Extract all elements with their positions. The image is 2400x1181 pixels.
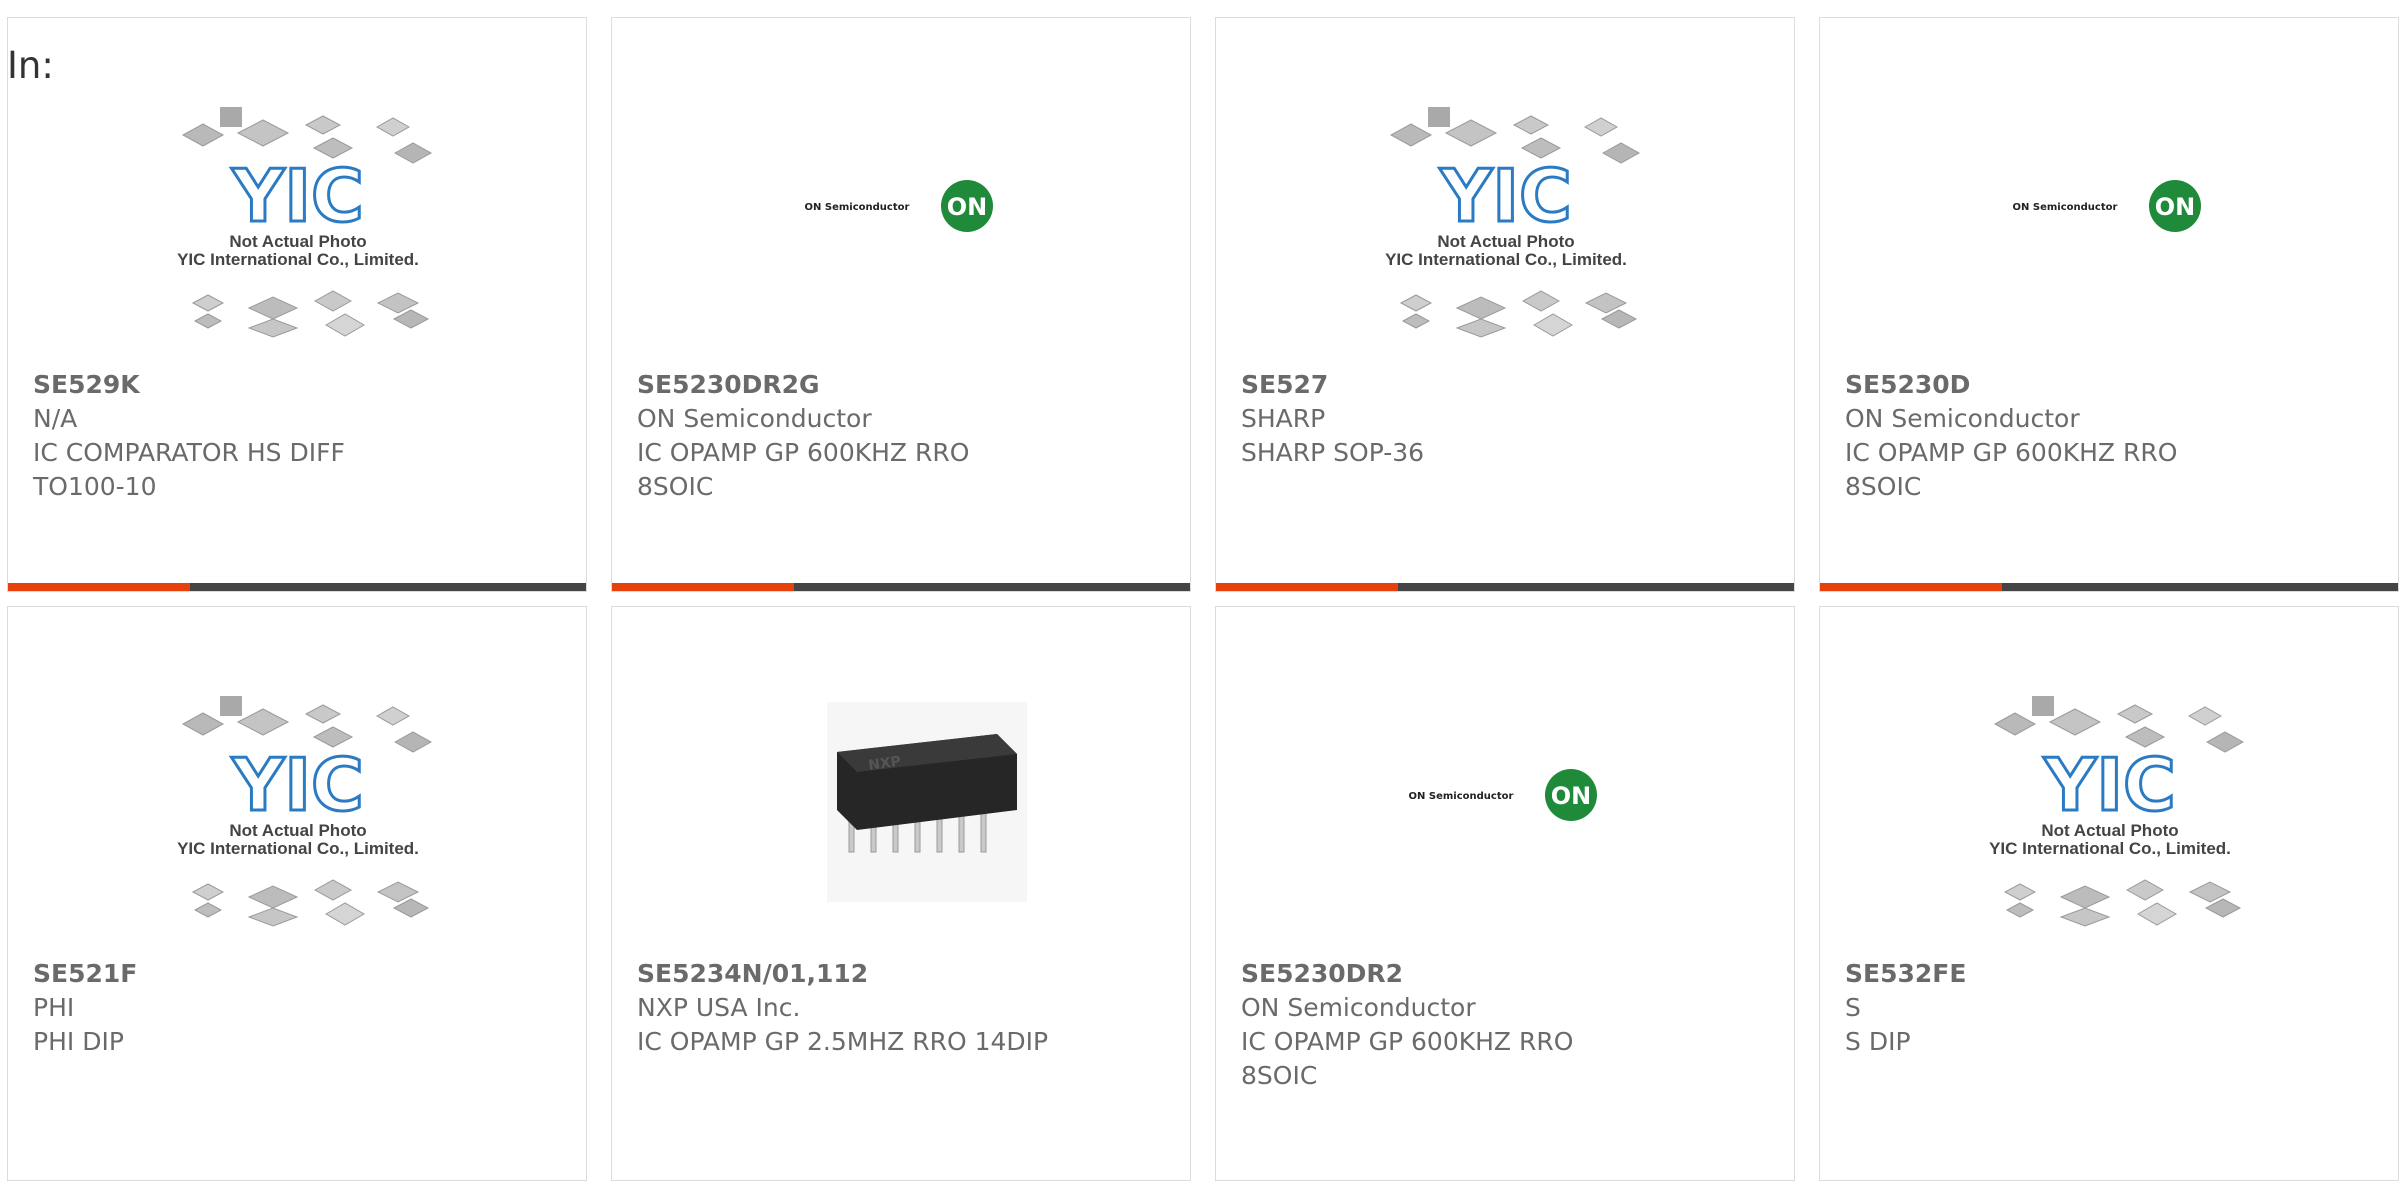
yic-logo: YIC (1439, 154, 1572, 238)
dip-14-chip-photo: NXP (827, 702, 1027, 902)
chip-icon (1428, 107, 1450, 127)
part-number[interactable]: SE5230DR2 (1241, 957, 1781, 991)
product-image[interactable]: ON Semiconductor ON (1845, 103, 2375, 368)
on-badge-text: ON (1551, 782, 1592, 810)
manufacturer: NXP USA Inc. (637, 993, 801, 1022)
product-card[interactable]: ON Semiconductor ON SE5230DR2G ON Semicon… (611, 17, 1191, 592)
logo-wordmark: ON Semiconductor (2013, 202, 2118, 213)
product-card[interactable]: YIC Not Actual Photo YIC International Co.… (1819, 606, 2399, 1181)
manufacturer: ON Semiconductor (637, 404, 872, 433)
part-number[interactable]: SE5234N/01,112 (637, 957, 1177, 991)
placeholder-caption: Not Actual Photo (1437, 232, 1574, 251)
product-card[interactable]: YIC Not Actual Photo YIC International Co.… (7, 606, 587, 1181)
chip-pin (980, 811, 987, 853)
description-line: IC OPAMP GP 600KHZ RRO (1241, 1027, 1574, 1056)
yic-placeholder-graphic: YICNot Actual PhotoYIC International Co.… (1385, 107, 1641, 338)
description-line: IC OPAMP GP 2.5MHZ RRO 14DIP (637, 1027, 1049, 1056)
product-info: SE529K N/A IC COMPARATOR HS DIFF TO100-1… (33, 368, 573, 504)
yic-placeholder-graphic: YICNot Actual PhotoYIC International Co.… (1989, 696, 2245, 927)
yic-logo: YIC (2043, 743, 2176, 827)
description-line: TO100-10 (33, 472, 157, 501)
manufacturer: ON Semiconductor (1241, 993, 1476, 1022)
description-line: IC OPAMP GP 600KHZ RRO (637, 438, 970, 467)
manufacturer: ON Semiconductor (1845, 404, 2080, 433)
manufacturer: PHI (33, 993, 75, 1022)
product-info: SE5230DR2G ON Semiconductor IC OPAMP GP … (637, 368, 1177, 504)
card-accent-bar (612, 583, 794, 591)
product-image[interactable]: YIC Not Actual Photo YIC International Co.… (1845, 692, 2375, 957)
product-card[interactable]: YIC Not Actual Photo YIC International Co.… (7, 17, 587, 592)
on-semiconductor-logo: ON Semiconductor ON (2013, 180, 2201, 232)
card-accent-bar (1820, 583, 2002, 591)
description-line: 8SOIC (1241, 1061, 1318, 1090)
part-number[interactable]: SE527 (1241, 368, 1781, 402)
description-line: S DIP (1845, 1027, 1911, 1056)
manufacturer: SHARP (1241, 404, 1326, 433)
on-badge-text: ON (2155, 193, 2196, 221)
chip-pin (958, 811, 965, 853)
yic-logo: YIC (231, 154, 364, 238)
manufacturer: S (1845, 993, 1861, 1022)
product-image[interactable]: ON Semiconductor ON (637, 103, 1167, 368)
product-image[interactable]: YIC Not Actual Photo YIC International Co.… (33, 103, 563, 368)
product-card[interactable]: NXP SE5234N/01,112 NXP USA Inc. IC OPAMP… (611, 606, 1191, 1181)
card-bottom-bar (1820, 583, 2398, 591)
placeholder-caption: Not Actual Photo (229, 232, 366, 251)
placeholder-caption: YIC International Co., Limited. (177, 250, 419, 269)
part-number[interactable]: SE5230D (1845, 368, 2385, 402)
product-image[interactable]: ON Semiconductor ON (1241, 692, 1771, 957)
product-image[interactable]: YIC Not Actual Photo YIC International Co.… (1241, 103, 1771, 368)
chip-icon (220, 696, 242, 716)
card-bottom-bar (8, 583, 586, 591)
part-number[interactable]: SE532FE (1845, 957, 2385, 991)
product-card[interactable]: ON Semiconductor ON SE5230DR2 ON Semicond… (1215, 606, 1795, 1181)
placeholder-caption: YIC International Co., Limited. (1989, 839, 2231, 858)
on-badge-text: ON (947, 193, 988, 221)
product-info: SE5230D ON Semiconductor IC OPAMP GP 600… (1845, 368, 2385, 504)
description-line: SHARP SOP-36 (1241, 438, 1425, 467)
yic-logo: YIC (231, 743, 364, 827)
product-info: SE527 SHARP SHARP SOP-36 (1241, 368, 1781, 470)
description-line: IC COMPARATOR HS DIFF (33, 438, 345, 467)
description-line: 8SOIC (637, 472, 714, 501)
product-card[interactable]: ON Semiconductor ON SE5230D ON Semiconduc… (1819, 17, 2399, 592)
yic-placeholder-graphic: YICNot Actual PhotoYIC International Co.… (177, 107, 433, 338)
card-bottom-bar (1216, 583, 1794, 591)
product-info: SE532FE S S DIP (1845, 957, 2385, 1059)
placeholder-caption: Not Actual Photo (229, 821, 366, 840)
description-line: 8SOIC (1845, 472, 1922, 501)
description-line: PHI DIP (33, 1027, 124, 1056)
filter-label: In: (7, 44, 54, 87)
part-number[interactable]: SE529K (33, 368, 573, 402)
on-semiconductor-logo: ON Semiconductor ON (805, 180, 993, 232)
product-info: SE5234N/01,112 NXP USA Inc. IC OPAMP GP … (637, 957, 1177, 1059)
chip-icon (2032, 696, 2054, 716)
manufacturer: N/A (33, 404, 78, 433)
logo-wordmark: ON Semiconductor (1409, 791, 1514, 802)
yic-placeholder-graphic: YICNot Actual PhotoYIC International Co.… (177, 696, 433, 927)
card-accent-bar (1216, 583, 1398, 591)
product-image[interactable]: YIC Not Actual Photo YIC International Co.… (33, 692, 563, 957)
product-grid: YIC Not Actual Photo YIC International Co.… (0, 0, 2400, 1181)
part-number[interactable]: SE521F (33, 957, 573, 991)
placeholder-caption: Not Actual Photo (2041, 821, 2178, 840)
placeholder-caption: YIC International Co., Limited. (177, 839, 419, 858)
product-info: SE5230DR2 ON Semiconductor IC OPAMP GP 6… (1241, 957, 1781, 1093)
chip-icon (220, 107, 242, 127)
on-semiconductor-logo: ON Semiconductor ON (1409, 769, 1597, 821)
product-info: SE521F PHI PHI DIP (33, 957, 573, 1059)
part-number[interactable]: SE5230DR2G (637, 368, 1177, 402)
product-card[interactable]: YIC Not Actual Photo YIC International Co.… (1215, 17, 1795, 592)
logo-wordmark: ON Semiconductor (805, 202, 910, 213)
product-image[interactable]: NXP (637, 692, 1167, 957)
card-bottom-bar (612, 583, 1190, 591)
card-accent-bar (8, 583, 190, 591)
description-line: IC OPAMP GP 600KHZ RRO (1845, 438, 2178, 467)
placeholder-caption: YIC International Co., Limited. (1385, 250, 1627, 269)
